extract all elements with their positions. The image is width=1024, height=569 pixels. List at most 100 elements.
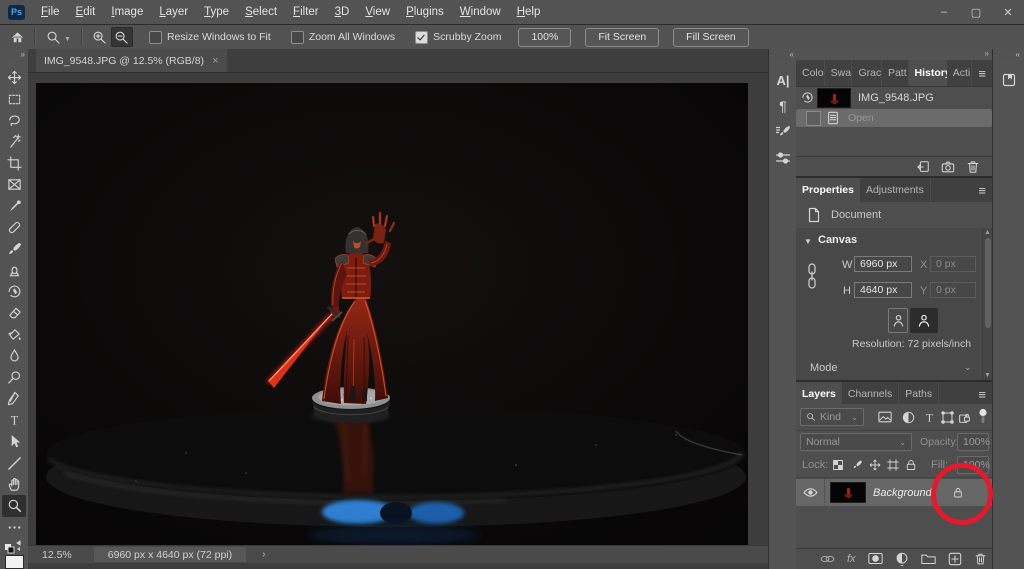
type-tool[interactable]: T	[2, 410, 26, 431]
menu-plugins[interactable]: Plugins	[398, 6, 452, 18]
filter-shape-layers-icon[interactable]	[941, 411, 954, 424]
brush-settings-panel-icon[interactable]	[771, 120, 795, 144]
height-field[interactable]: 4640 px	[854, 282, 912, 298]
filter-adjustment-layers-icon[interactable]	[902, 411, 915, 424]
history-snapshot-row[interactable]: IMG_9548.JPG	[796, 86, 992, 109]
menu-edit[interactable]: Edit	[68, 6, 104, 18]
history-state-checkbox[interactable]	[806, 110, 821, 126]
dodge-tool[interactable]	[2, 367, 26, 388]
filter-pixel-layers-icon[interactable]	[878, 411, 892, 423]
zoom-tool-preset[interactable]	[42, 27, 64, 47]
layer-name[interactable]: Background	[873, 487, 932, 499]
tab-actions[interactable]: Acti	[947, 60, 973, 86]
frame-tool[interactable]	[2, 174, 26, 195]
eyedropper-tool[interactable]	[2, 195, 26, 216]
lock-transparency-icon[interactable]	[832, 459, 844, 471]
close-button[interactable]: ✕	[992, 0, 1024, 24]
tab-gradients[interactable]: Grac	[852, 60, 882, 86]
landscape-orientation-button[interactable]	[910, 308, 938, 333]
menu-select[interactable]: Select	[237, 6, 285, 18]
blend-mode-select[interactable]: Normal ⌄	[800, 433, 912, 451]
delete-state-trash-icon[interactable]	[966, 160, 980, 174]
menu-window[interactable]: Window	[452, 6, 509, 18]
layer-visibility-eye-icon[interactable]	[803, 487, 818, 498]
tab-adjustments[interactable]: Adjustments	[860, 178, 931, 202]
tab-close-icon[interactable]: ×	[212, 55, 218, 67]
history-brush-tool[interactable]	[2, 281, 26, 302]
tab-history[interactable]: History	[908, 60, 947, 86]
collapse-libraries-icon[interactable]: «	[1016, 49, 1024, 59]
zoom-tool[interactable]	[2, 495, 26, 517]
paint-bucket-tool[interactable]	[2, 324, 26, 345]
layer-thumbnail[interactable]	[831, 483, 865, 502]
section-collapse-icon[interactable]: ▼	[804, 237, 812, 246]
photo-canvas[interactable]	[36, 83, 748, 545]
lasso-tool[interactable]	[2, 110, 26, 131]
eraser-tool[interactable]	[2, 302, 26, 323]
history-state-row[interactable]: Open	[796, 109, 992, 127]
foreground-color-swatch[interactable]	[4, 554, 24, 569]
character-panel-icon[interactable]: A|	[771, 68, 795, 92]
default-swap-colors-icon[interactable]	[4, 539, 24, 554]
y-field[interactable]: 0 px	[930, 282, 976, 298]
menu-layer[interactable]: Layer	[151, 6, 196, 18]
hand-tool[interactable]	[2, 474, 26, 495]
lock-all-icon[interactable]	[905, 459, 917, 471]
path-select-tool[interactable]	[2, 431, 26, 452]
menu-type[interactable]: Type	[196, 6, 237, 18]
collapse-tools-icon[interactable]: »	[21, 49, 28, 59]
menu-3d[interactable]: 3D	[327, 6, 358, 18]
tool-presets-panel-icon[interactable]	[771, 146, 795, 170]
new-layer-icon[interactable]	[948, 552, 962, 566]
layer-effects-fx-icon[interactable]: fx	[847, 553, 856, 565]
line-tool[interactable]	[2, 452, 26, 473]
tab-properties[interactable]: Properties	[796, 178, 860, 202]
constrain-link-icon[interactable]	[806, 260, 818, 300]
menu-help[interactable]: Help	[509, 6, 549, 18]
portrait-orientation-button[interactable]	[888, 308, 908, 333]
tab-patterns[interactable]: Patt	[882, 60, 909, 86]
snapshot-thumbnail[interactable]	[818, 88, 850, 107]
maximize-button[interactable]: ▢	[960, 0, 992, 24]
mode-chevron-icon[interactable]: ⌄	[964, 362, 972, 373]
lock-position-icon[interactable]	[869, 459, 881, 471]
brush-tool[interactable]	[2, 238, 26, 259]
marquee-tool[interactable]	[2, 88, 26, 109]
layer-mask-icon[interactable]	[867, 552, 883, 565]
layer-filter-kind-select[interactable]: Kind ⌄	[800, 408, 864, 426]
menu-file[interactable]: File	[33, 6, 68, 18]
document-tab[interactable]: IMG_9548.JPG @ 12.5% (RGB/8) ×	[36, 49, 227, 72]
new-group-folder-icon[interactable]	[920, 552, 936, 565]
paragraph-panel-icon[interactable]: ¶	[771, 94, 795, 118]
tab-layers[interactable]: Layers	[796, 382, 842, 406]
crop-tool[interactable]	[2, 153, 26, 174]
healing-tool[interactable]	[2, 217, 26, 238]
properties-scrollbar[interactable]: ▲ ▼	[982, 228, 992, 380]
zoom-all-windows-checkbox[interactable]	[290, 30, 304, 44]
dock-grip[interactable]: ····	[776, 59, 789, 66]
lock-artboard-icon[interactable]	[887, 459, 899, 471]
fill-screen-button[interactable]: Fill Screen	[673, 27, 749, 47]
scrollbar-thumb[interactable]	[984, 238, 991, 328]
filter-type-layers-icon[interactable]: T	[923, 411, 936, 424]
panel-menu-icon[interactable]: ≡	[972, 60, 992, 86]
width-field[interactable]: 6960 px	[854, 256, 912, 272]
tab-channels[interactable]: Channels	[842, 382, 900, 406]
zoom-in-button[interactable]	[89, 27, 111, 47]
scroll-up-icon[interactable]: ▲	[983, 229, 992, 236]
link-layers-icon[interactable]	[820, 552, 835, 566]
clone-stamp-tool[interactable]	[2, 260, 26, 281]
more-tools[interactable]	[2, 517, 26, 538]
filter-toggle-icon[interactable]	[978, 408, 988, 424]
panel-group-header[interactable]: »	[796, 49, 992, 60]
history-brush-source-icon[interactable]	[796, 91, 818, 104]
pen-tool[interactable]	[2, 388, 26, 409]
zoom-100-button[interactable]: 100%	[518, 27, 572, 47]
zoom-out-button[interactable]	[110, 27, 133, 47]
libraries-grip[interactable]: ····	[1002, 59, 1015, 66]
lock-pixels-brush-icon[interactable]	[851, 459, 863, 471]
new-doc-from-state-icon[interactable]	[916, 160, 930, 174]
status-zoom-level[interactable]: 12.5%	[42, 549, 72, 561]
tools-grip[interactable]: ····	[7, 59, 20, 66]
filter-smart-objects-icon[interactable]	[958, 411, 971, 424]
